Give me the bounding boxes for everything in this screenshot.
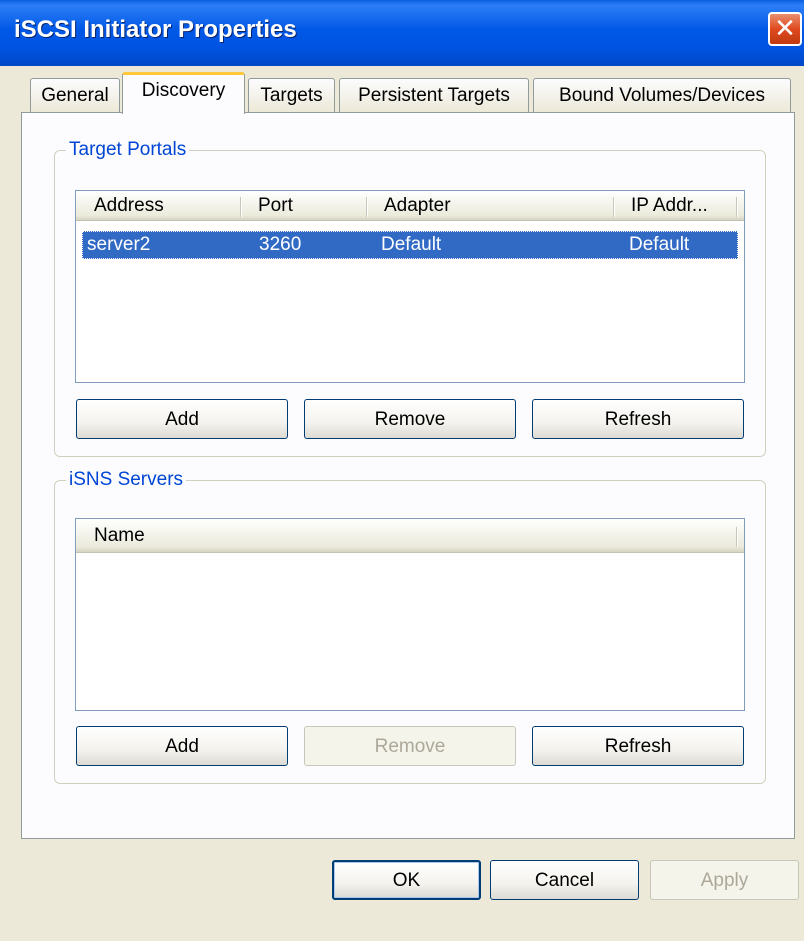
target-portal-row[interactable]: server2 3260 Default Default [82,231,738,259]
column-divider[interactable] [240,197,242,217]
tab-discovery[interactable]: Discovery [122,72,245,114]
tab-bound-volumes-devices[interactable]: Bound Volumes/Devices [533,78,791,112]
close-button[interactable]: ✕ [768,12,802,46]
portal-add-button[interactable]: Add [76,399,288,439]
column-header-ip-address[interactable]: IP Addr... [619,191,708,221]
isns-refresh-button[interactable]: Refresh [532,726,744,766]
column-divider[interactable] [366,197,368,217]
window-title: iSCSI Initiator Properties [14,16,297,43]
cell-address: server2 [87,234,151,255]
apply-button[interactable]: Apply [650,860,799,900]
ok-button[interactable]: OK [332,860,481,900]
cancel-button[interactable]: Cancel [490,860,639,900]
cell-port: 3260 [259,234,302,255]
target-portals-list-header: Address Port Adapter IP Addr... [76,191,744,221]
isns-remove-button[interactable]: Remove [304,726,516,766]
dialog-window: iSCSI Initiator Properties ✕ General Dis… [0,0,804,941]
isns-add-button[interactable]: Add [76,726,288,766]
cell-adapter: Default [381,234,442,255]
target-portals-list[interactable]: Address Port Adapter IP Addr... server2 … [75,190,745,383]
column-header-adapter[interactable]: Adapter [372,191,451,221]
column-header-name[interactable]: Name [82,519,145,553]
isns-servers-list-header: Name [76,519,744,553]
tab-general[interactable]: General [30,78,120,112]
target-portals-legend: Target Portals [69,139,187,160]
close-icon: ✕ [774,13,796,43]
tab-persistent-targets[interactable]: Persistent Targets [339,78,529,112]
column-header-address[interactable]: Address [82,191,164,221]
isns-servers-legend: iSNS Servers [69,469,184,490]
column-header-port[interactable]: Port [246,191,293,221]
tab-targets[interactable]: Targets [248,78,335,112]
cell-ip-address: Default [629,234,690,255]
column-divider[interactable] [613,197,615,217]
portal-remove-button[interactable]: Remove [304,399,516,439]
portal-refresh-button[interactable]: Refresh [532,399,744,439]
title-bar[interactable]: iSCSI Initiator Properties ✕ [0,0,804,66]
discovery-tab-page: Target Portals Address Port Adapter IP A… [21,112,795,839]
column-divider[interactable] [736,527,738,547]
column-divider[interactable] [736,197,738,217]
isns-servers-list[interactable]: Name [75,518,745,711]
